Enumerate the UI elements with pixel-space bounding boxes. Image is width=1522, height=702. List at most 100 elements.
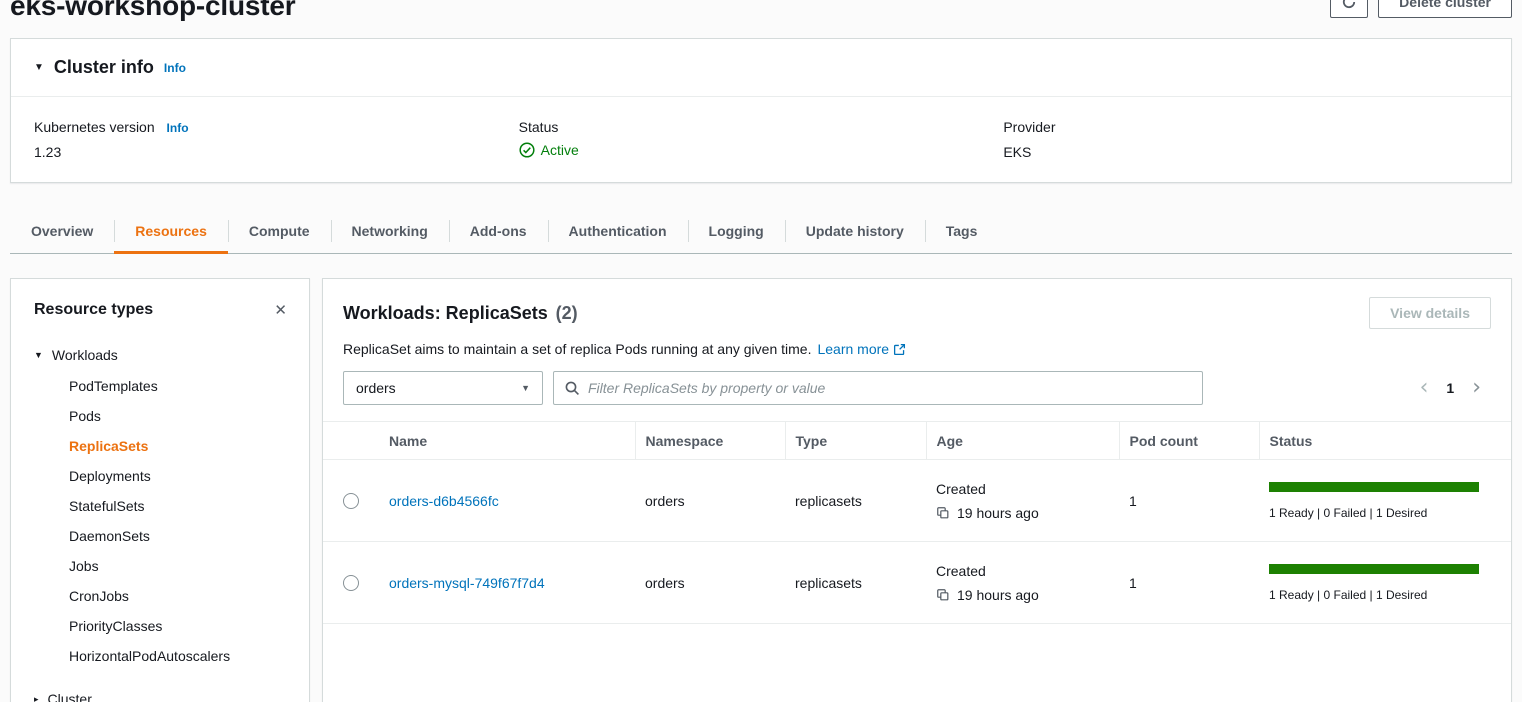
tab-add-ons[interactable]: Add-ons (449, 209, 548, 253)
pagination: ‹ 1 › (1420, 377, 1491, 399)
search-box (553, 371, 1203, 405)
resource-types-header: Resource types ✕ (11, 279, 309, 327)
replicasets-title: Workloads: ReplicaSets (343, 303, 548, 323)
replicaset-status: 1 Ready | 0 Failed | 1 Desired (1259, 460, 1511, 542)
page-title: eks-workshop-cluster (10, 0, 295, 22)
provider-value: EKS (1003, 144, 1488, 160)
replicaset-age: Created 19 hours ago (926, 460, 1119, 542)
resource-types-list: ▼ Workloads PodTemplates Pods ReplicaSet… (11, 327, 309, 702)
tab-logging[interactable]: Logging (688, 209, 785, 253)
kubernetes-version-label: Kubernetes version (34, 119, 155, 135)
status-active-check-icon (519, 142, 535, 158)
cluster-info-title: Cluster info (54, 57, 154, 78)
status-ready-bar (1269, 482, 1479, 492)
pagination-current-page[interactable]: 1 (1446, 380, 1454, 396)
cluster-info-info-link[interactable]: Info (164, 61, 186, 75)
table-header-name[interactable]: Name (379, 422, 635, 460)
tab-update-history[interactable]: Update history (785, 209, 925, 253)
replicaset-name-link[interactable]: orders-d6b4566fc (389, 493, 499, 509)
tab-compute[interactable]: Compute (228, 209, 331, 253)
copy-icon[interactable] (936, 588, 950, 602)
table-header-namespace[interactable]: Namespace (635, 422, 785, 460)
search-input[interactable] (588, 380, 1192, 396)
replicasets-table: Name Namespace Type Age Pod count Status… (323, 421, 1511, 624)
search-icon (564, 380, 580, 396)
status-field: Status Active (519, 119, 1004, 160)
sidebar-group-workloads[interactable]: ▼ Workloads (11, 339, 309, 371)
replicasets-panel: Workloads: ReplicaSets (2) View details … (322, 278, 1512, 702)
caret-down-icon[interactable]: ▼ (34, 62, 44, 73)
tab-tags[interactable]: Tags (925, 209, 999, 253)
table-header-type[interactable]: Type (785, 422, 926, 460)
table-header-pod-count[interactable]: Pod count (1119, 422, 1259, 460)
age-created-label: Created (936, 563, 1109, 579)
replicasets-description: ReplicaSet aims to maintain a set of rep… (343, 341, 811, 357)
pagination-next-icon[interactable]: › (1472, 377, 1481, 399)
table-header-row: Name Namespace Type Age Pod count Status (323, 422, 1511, 460)
delete-cluster-button[interactable]: Delete cluster (1378, 0, 1512, 18)
table-header-select (323, 422, 379, 460)
sidebar-item-priorityclasses[interactable]: PriorityClasses (11, 611, 309, 641)
row-select-radio[interactable] (343, 575, 359, 591)
sidebar-item-deployments[interactable]: Deployments (11, 461, 309, 491)
namespace-filter-dropdown[interactable]: orders ▼ (343, 371, 543, 405)
caret-right-icon: ▸ (34, 694, 39, 702)
close-icon[interactable]: ✕ (272, 299, 289, 321)
replicaset-namespace: orders (635, 542, 785, 624)
sidebar-item-replicasets[interactable]: ReplicaSets (11, 431, 309, 461)
external-link-icon (893, 343, 906, 356)
replicaset-status: 1 Ready | 0 Failed | 1 Desired (1259, 542, 1511, 624)
namespace-filter-value: orders (356, 380, 396, 396)
sidebar-item-horizontalpodautoscalers[interactable]: HorizontalPodAutoscalers (11, 641, 309, 671)
replicaset-name-link[interactable]: orders-mysql-749f67f7d4 (389, 575, 545, 591)
status-summary-text: 1 Ready | 0 Failed | 1 Desired (1269, 588, 1501, 602)
replicaset-type: replicasets (785, 460, 926, 542)
sidebar-group-workloads-label: Workloads (52, 347, 118, 363)
copy-icon[interactable] (936, 506, 950, 520)
replicasets-title-row: Workloads: ReplicaSets (2) View details (343, 297, 1491, 329)
refresh-icon (1341, 0, 1357, 10)
refresh-button[interactable] (1330, 0, 1368, 18)
status-label: Status (519, 119, 559, 135)
eks-cluster-page: eks-workshop-cluster Delete cluster ▼ Cl… (0, 0, 1522, 702)
resources-content: Resource types ✕ ▼ Workloads PodTemplate… (10, 278, 1512, 702)
sidebar-item-cronjobs[interactable]: CronJobs (11, 581, 309, 611)
sidebar-item-daemonsets[interactable]: DaemonSets (11, 521, 309, 551)
sidebar-item-pods[interactable]: Pods (11, 401, 309, 431)
kubernetes-version-info-link[interactable]: Info (167, 121, 189, 135)
age-relative-text: 19 hours ago (957, 505, 1039, 521)
provider-field: Provider EKS (1003, 119, 1488, 160)
resource-types-panel: Resource types ✕ ▼ Workloads PodTemplate… (10, 278, 310, 702)
pagination-prev-icon[interactable]: ‹ (1420, 377, 1429, 399)
replicaset-type: replicasets (785, 542, 926, 624)
learn-more-link[interactable]: Learn more (817, 341, 906, 357)
provider-label: Provider (1003, 119, 1055, 135)
view-details-button[interactable]: View details (1369, 297, 1491, 329)
tab-networking[interactable]: Networking (331, 209, 449, 253)
tab-resources[interactable]: Resources (114, 209, 228, 253)
sidebar-item-podtemplates[interactable]: PodTemplates (11, 371, 309, 401)
replicaset-namespace: orders (635, 460, 785, 542)
status-summary-text: 1 Ready | 0 Failed | 1 Desired (1269, 506, 1501, 520)
header-actions: Delete cluster (1330, 0, 1512, 18)
kubernetes-version-value: 1.23 (34, 144, 519, 160)
table-header-age[interactable]: Age (926, 422, 1119, 460)
tab-overview[interactable]: Overview (10, 209, 114, 253)
replicasets-table-wrap: Name Namespace Type Age Pod count Status… (323, 421, 1511, 624)
cluster-tabs: Overview Resources Compute Networking Ad… (10, 209, 1512, 254)
status-active-text: Active (541, 142, 579, 158)
replicaset-pod-count: 1 (1119, 460, 1259, 542)
sidebar-group-cluster[interactable]: ▸ Cluster (11, 683, 309, 702)
sidebar-item-statefulsets[interactable]: StatefulSets (11, 491, 309, 521)
learn-more-label: Learn more (817, 341, 889, 357)
table-header-status[interactable]: Status (1259, 422, 1511, 460)
table-row: orders-mysql-749f67f7d4 orders replicase… (323, 542, 1511, 624)
row-select-radio[interactable] (343, 493, 359, 509)
cluster-info-header[interactable]: ▼ Cluster info Info (11, 39, 1511, 97)
sidebar-item-jobs[interactable]: Jobs (11, 551, 309, 581)
cluster-info-body: Kubernetes version Info 1.23 Status Acti… (11, 97, 1511, 182)
tab-authentication[interactable]: Authentication (548, 209, 688, 253)
status-value: Active (519, 142, 1004, 158)
kubernetes-version-field: Kubernetes version Info 1.23 (34, 119, 519, 160)
replicaset-age: Created 19 hours ago (926, 542, 1119, 624)
